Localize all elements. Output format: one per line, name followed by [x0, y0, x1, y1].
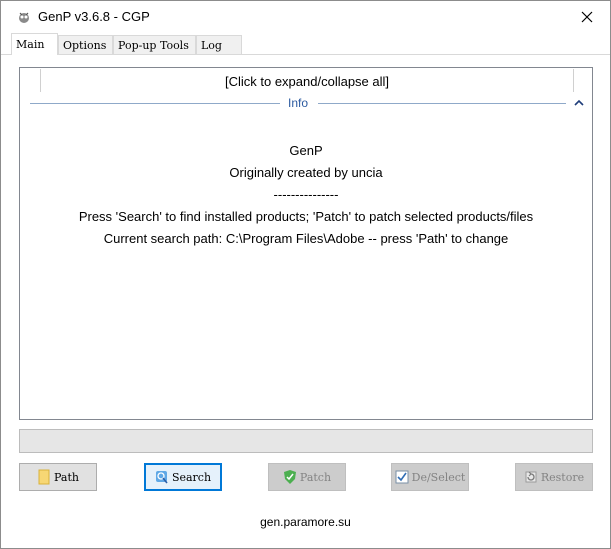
info-line-app-name: GenP — [289, 143, 323, 158]
close-button[interactable] — [564, 1, 610, 33]
tab-main[interactable]: Main — [11, 33, 58, 55]
info-line-search-path: Current search path: C:\Program Files\Ad… — [103, 231, 509, 246]
patch-button-label: Patch — [299, 470, 332, 484]
restore-button[interactable]: Restore — [515, 463, 593, 491]
info-panel: [Click to expand/collapse all] Info GenP… — [19, 67, 593, 420]
close-icon — [581, 11, 593, 23]
restore-button-label: Restore — [540, 470, 585, 484]
window-title: GenP v3.6.8 - CGP — [38, 9, 150, 24]
deselect-button-label: De/Select — [411, 470, 466, 484]
search-icon — [155, 471, 168, 484]
info-divider-right — [318, 103, 566, 104]
progress-bar — [19, 429, 593, 453]
info-divider-left — [30, 103, 280, 104]
title-bar[interactable]: GenP v3.6.8 - CGP — [1, 1, 610, 33]
deselect-button[interactable]: De/Select — [391, 463, 469, 491]
app-window: GenP v3.6.8 - CGP Main Options Pop-up To… — [0, 0, 611, 549]
info-text: GenP Originally created by uncia -------… — [20, 140, 592, 250]
info-section-label[interactable]: Info — [282, 96, 314, 110]
folder-icon — [38, 469, 50, 485]
app-logo-icon — [19, 12, 29, 23]
tab-log[interactable]: Log — [196, 35, 242, 54]
chevron-up-icon[interactable] — [573, 98, 585, 108]
patch-button[interactable]: Patch — [268, 463, 346, 491]
tab-popup-tools[interactable]: Pop-up Tools — [113, 35, 196, 54]
path-button-label: Path — [54, 470, 79, 484]
info-line-credit: Originally created by uncia — [229, 165, 383, 180]
search-button-label: Search — [171, 470, 212, 484]
restore-icon — [525, 471, 537, 483]
tab-strip: Main Options Pop-up Tools Log — [1, 33, 610, 55]
path-button[interactable]: Path — [19, 463, 97, 491]
tab-options[interactable]: Options — [58, 35, 113, 54]
info-line-separator: --------------- — [273, 187, 339, 202]
expand-collapse-label: [Click to expand/collapse all] — [224, 74, 390, 89]
info-line-instructions: Press 'Search' to find installed product… — [78, 209, 534, 224]
search-button[interactable]: Search — [144, 463, 222, 491]
checkbox-icon — [395, 470, 409, 484]
shield-check-icon — [283, 470, 296, 484]
tab-divider — [1, 54, 610, 55]
expand-collapse-row[interactable]: [Click to expand/collapse all] — [40, 69, 574, 92]
footer-link[interactable]: gen.paramore.su — [1, 515, 610, 529]
